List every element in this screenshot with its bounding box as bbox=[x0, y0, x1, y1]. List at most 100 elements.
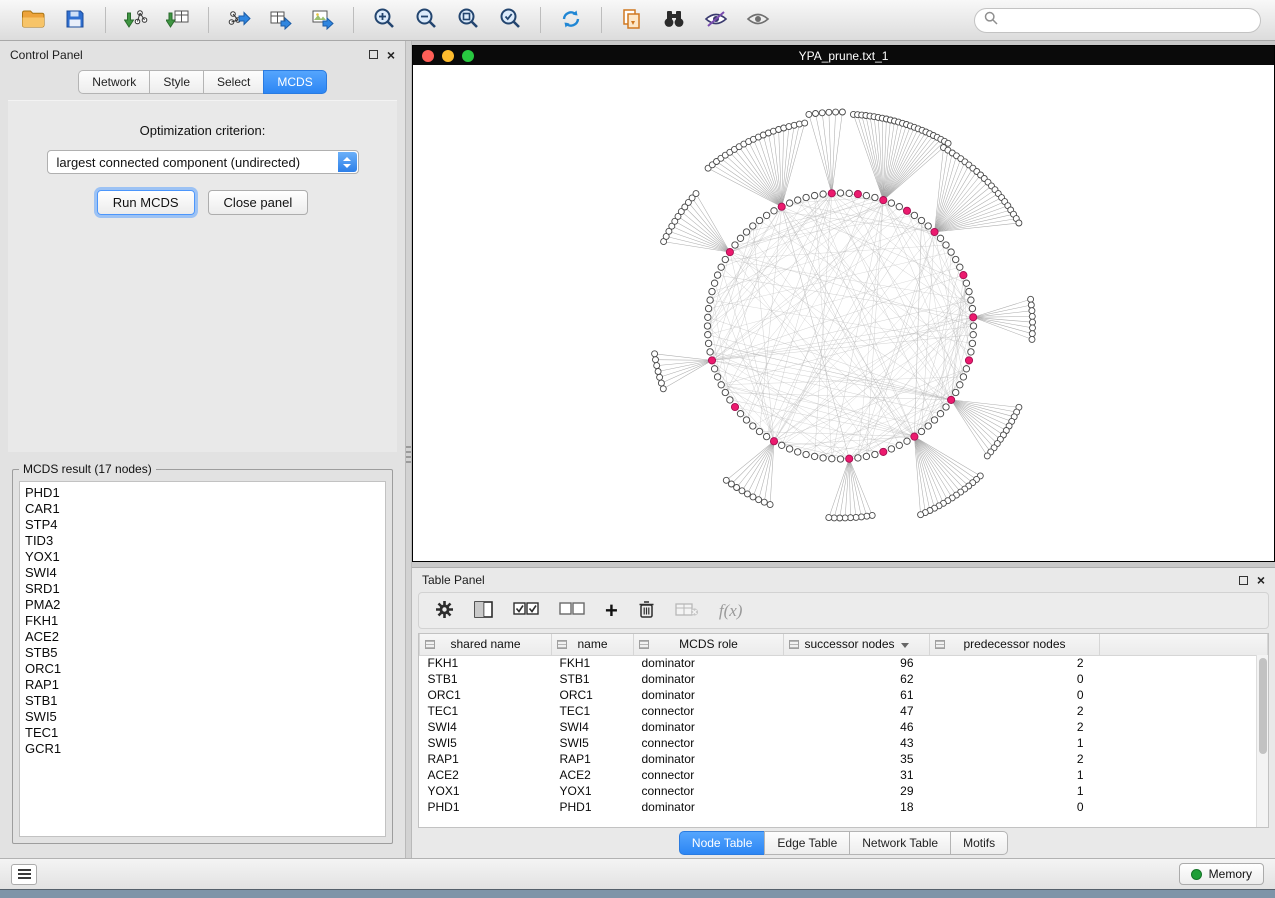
table-cell[interactable]: PHD1 bbox=[420, 799, 552, 815]
table-cell[interactable]: STB1 bbox=[552, 671, 634, 687]
table-cell[interactable]: SWI4 bbox=[420, 719, 552, 735]
column-header-predecessor-nodes[interactable]: predecessor nodes bbox=[930, 634, 1100, 655]
table-scrollbar[interactable] bbox=[1256, 655, 1268, 827]
mcds-result-item[interactable]: STB5 bbox=[25, 645, 380, 661]
table-cell[interactable]: 61 bbox=[784, 687, 930, 703]
mcds-result-item[interactable]: ACE2 bbox=[25, 629, 380, 645]
scrollbar-thumb[interactable] bbox=[1259, 658, 1267, 754]
tab-select[interactable]: Select bbox=[203, 70, 263, 94]
mcds-result-item[interactable]: STB1 bbox=[25, 693, 380, 709]
table-row[interactable]: TEC1TEC1connector472 bbox=[420, 703, 1268, 719]
table-cell[interactable]: STB1 bbox=[420, 671, 552, 687]
hide-column-button[interactable] bbox=[675, 602, 699, 620]
table-cell[interactable]: connector bbox=[634, 703, 784, 719]
mcds-result-item[interactable]: ORC1 bbox=[25, 661, 380, 677]
column-header-mcds-role[interactable]: MCDS role bbox=[634, 634, 784, 655]
mcds-result-item[interactable]: SRD1 bbox=[25, 581, 380, 597]
export-table-button[interactable] bbox=[262, 4, 300, 36]
show-graphics-button[interactable] bbox=[739, 4, 777, 36]
column-browser-button[interactable] bbox=[474, 601, 493, 621]
mcds-result-item[interactable]: SWI4 bbox=[25, 565, 380, 581]
criterion-select[interactable]: largest connected component (undirected) bbox=[47, 150, 359, 174]
table-cell[interactable]: 2 bbox=[930, 751, 1100, 767]
table-cell[interactable]: 1 bbox=[930, 767, 1100, 783]
mcds-result-item[interactable]: TID3 bbox=[25, 533, 380, 549]
table-settings-button[interactable] bbox=[435, 600, 454, 622]
mcds-result-item[interactable]: RAP1 bbox=[25, 677, 380, 693]
function-builder-button[interactable]: f(x) bbox=[719, 601, 743, 621]
add-column-button[interactable]: + bbox=[605, 600, 618, 622]
table-row[interactable]: FKH1FKH1dominator962 bbox=[420, 655, 1268, 671]
tab-mcds[interactable]: MCDS bbox=[263, 70, 326, 94]
run-mcds-button[interactable]: Run MCDS bbox=[97, 190, 195, 215]
tab-motifs[interactable]: Motifs bbox=[950, 831, 1008, 855]
table-cell[interactable]: connector bbox=[634, 767, 784, 783]
import-table-button[interactable] bbox=[159, 4, 197, 36]
column-sort-icon[interactable] bbox=[639, 640, 649, 649]
table-cell[interactable]: 2 bbox=[930, 719, 1100, 735]
table-cell[interactable]: dominator bbox=[634, 751, 784, 767]
zoom-out-button[interactable] bbox=[407, 4, 445, 36]
search-box[interactable] bbox=[974, 8, 1261, 33]
table-cell[interactable]: 1 bbox=[930, 783, 1100, 799]
table-cell[interactable]: dominator bbox=[634, 671, 784, 687]
table-cell[interactable]: ORC1 bbox=[420, 687, 552, 703]
import-network-button[interactable] bbox=[117, 4, 155, 36]
table-row[interactable]: RAP1RAP1dominator352 bbox=[420, 751, 1268, 767]
table-cell[interactable]: 31 bbox=[784, 767, 930, 783]
table-cell[interactable]: 96 bbox=[784, 655, 930, 671]
tab-edge-table[interactable]: Edge Table bbox=[764, 831, 849, 855]
tab-node-table[interactable]: Node Table bbox=[679, 831, 765, 855]
column-sort-icon[interactable] bbox=[557, 640, 567, 649]
column-header-name[interactable]: name bbox=[552, 634, 634, 655]
table-cell[interactable]: 0 bbox=[930, 687, 1100, 703]
table-cell[interactable]: 47 bbox=[784, 703, 930, 719]
tab-network[interactable]: Network bbox=[78, 70, 149, 94]
select-all-button[interactable] bbox=[513, 602, 539, 620]
close-panel-icon[interactable]: × bbox=[1257, 573, 1265, 587]
deselect-all-button[interactable] bbox=[559, 602, 585, 620]
mcds-result-item[interactable]: PHD1 bbox=[25, 485, 380, 501]
table-cell[interactable]: dominator bbox=[634, 687, 784, 703]
table-cell[interactable]: connector bbox=[634, 783, 784, 799]
table-cell[interactable]: dominator bbox=[634, 799, 784, 815]
export-image-button[interactable] bbox=[304, 4, 342, 36]
table-cell[interactable]: 0 bbox=[930, 671, 1100, 687]
table-cell[interactable]: FKH1 bbox=[420, 655, 552, 671]
table-row[interactable]: STB1STB1dominator620 bbox=[420, 671, 1268, 687]
float-window-icon[interactable] bbox=[1239, 576, 1248, 585]
column-header-successor-nodes[interactable]: successor nodes bbox=[784, 634, 930, 655]
table-row[interactable]: ACE2ACE2connector311 bbox=[420, 767, 1268, 783]
table-cell[interactable]: SWI5 bbox=[552, 735, 634, 751]
table-cell[interactable]: FKH1 bbox=[552, 655, 634, 671]
column-sort-icon[interactable] bbox=[935, 640, 945, 649]
table-cell[interactable]: 0 bbox=[930, 799, 1100, 815]
table-cell[interactable]: 1 bbox=[930, 735, 1100, 751]
mcds-result-item[interactable]: TEC1 bbox=[25, 725, 380, 741]
refresh-button[interactable] bbox=[552, 4, 590, 36]
table-cell[interactable]: 2 bbox=[930, 703, 1100, 719]
mcds-result-item[interactable]: YOX1 bbox=[25, 549, 380, 565]
table-cell[interactable]: dominator bbox=[634, 655, 784, 671]
table-cell[interactable]: PHD1 bbox=[552, 799, 634, 815]
table-cell[interactable]: RAP1 bbox=[552, 751, 634, 767]
table-cell[interactable]: YOX1 bbox=[420, 783, 552, 799]
tab-network-table[interactable]: Network Table bbox=[849, 831, 950, 855]
float-window-icon[interactable] bbox=[369, 50, 378, 59]
mcds-result-item[interactable]: FKH1 bbox=[25, 613, 380, 629]
table-cell[interactable]: ACE2 bbox=[552, 767, 634, 783]
table-cell[interactable]: 18 bbox=[784, 799, 930, 815]
table-cell[interactable]: dominator bbox=[634, 719, 784, 735]
table-cell[interactable]: ORC1 bbox=[552, 687, 634, 703]
column-sort-icon[interactable] bbox=[789, 640, 799, 649]
search-input[interactable] bbox=[1004, 13, 1251, 27]
column-filter-dropdown-icon[interactable] bbox=[901, 643, 909, 648]
table-cell[interactable]: 62 bbox=[784, 671, 930, 687]
search-network-button[interactable] bbox=[655, 4, 693, 36]
mcds-result-item[interactable]: SWI5 bbox=[25, 709, 380, 725]
table-cell[interactable]: 46 bbox=[784, 719, 930, 735]
zoom-selected-button[interactable] bbox=[491, 4, 529, 36]
table-cell[interactable]: 35 bbox=[784, 751, 930, 767]
mcds-result-item[interactable]: GCR1 bbox=[25, 741, 380, 757]
column-header-shared-name[interactable]: shared name bbox=[420, 634, 552, 655]
